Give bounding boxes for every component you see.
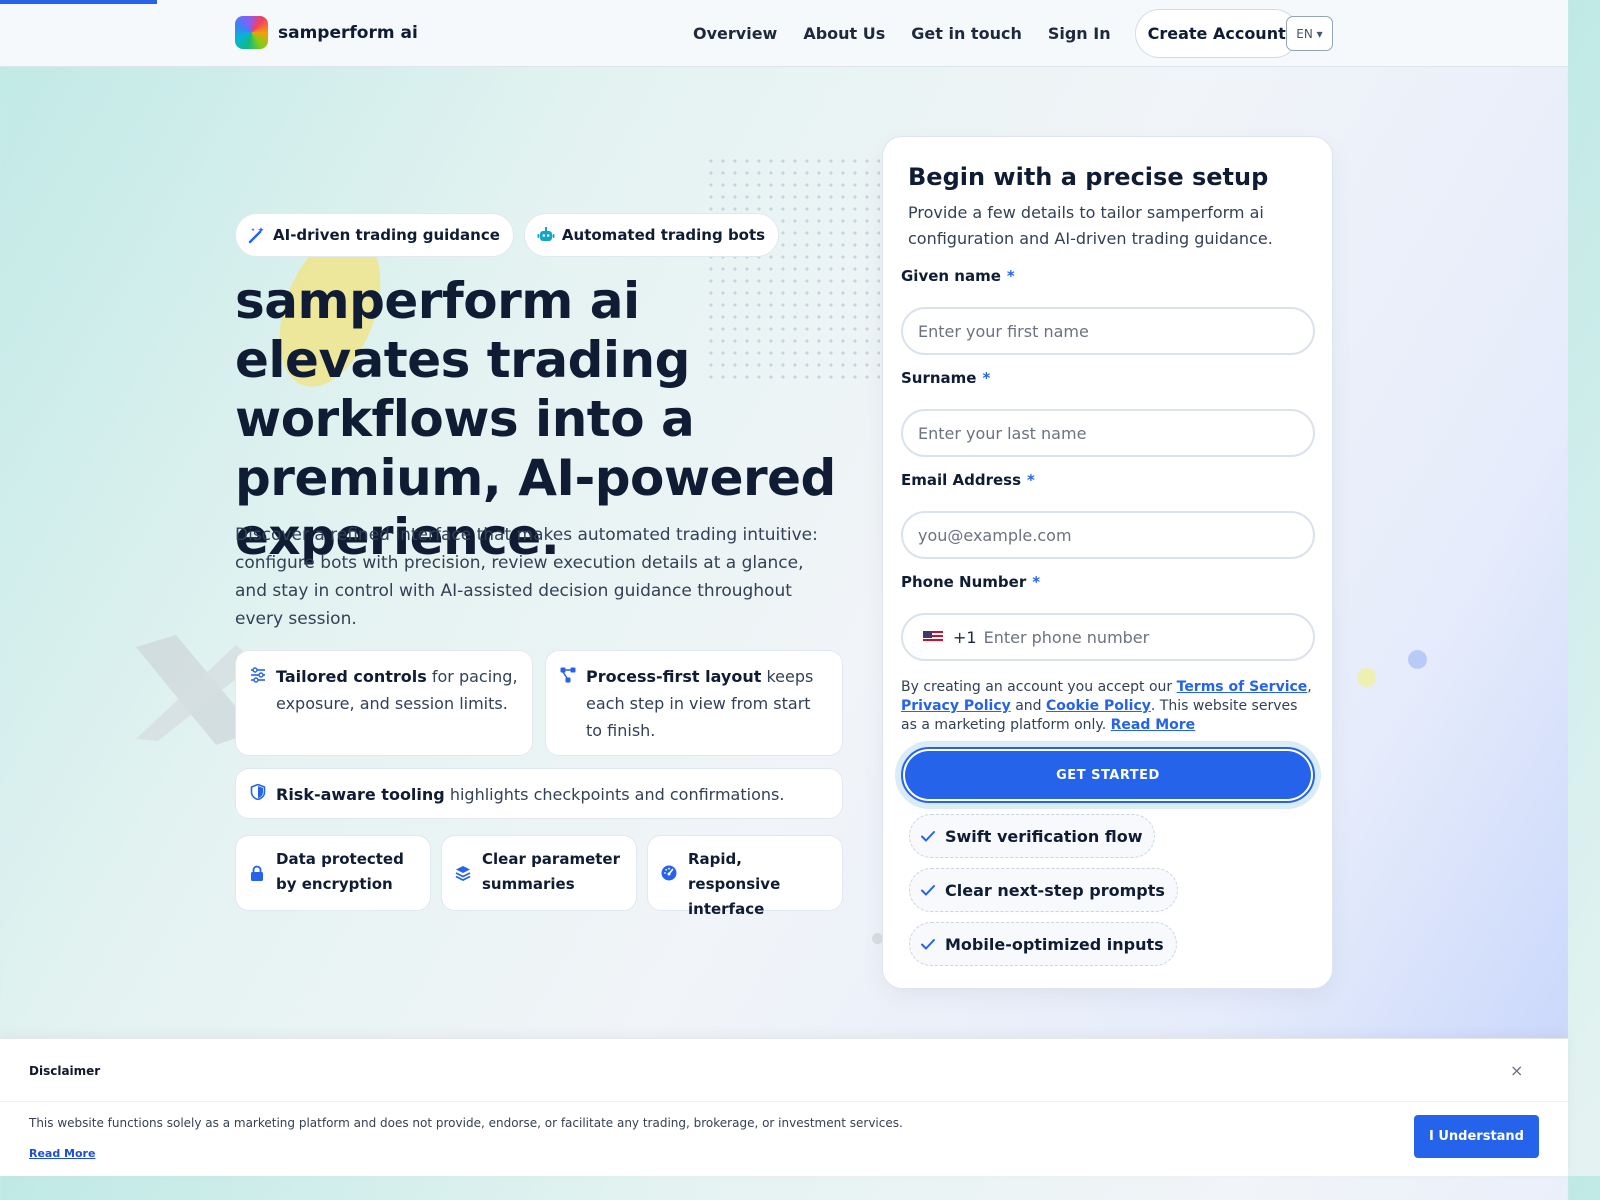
feature-bold: Tailored controls [276,667,427,686]
signup-title: Begin with a precise setup [908,163,1269,191]
feature-bold: Risk-aware tooling [276,785,445,804]
get-started-button[interactable]: GET STARTED [905,751,1311,799]
check-icon [921,885,935,896]
sliders-icon [251,667,265,683]
feature-card-risk: Risk-aware tooling highlights checkpoint… [235,768,843,819]
input-placeholder: Enter your last name [918,423,1087,443]
signup-card: Begin with a precise setup Provide a few… [882,136,1333,989]
i-understand-button[interactable]: I Understand [1414,1115,1539,1158]
read-more-link[interactable]: Read More [1111,717,1196,733]
tag-trading-bots: Automated trading bots [523,213,780,257]
nav-about-us[interactable]: About Us [803,24,885,43]
check-item: Clear next-step prompts [909,868,1178,912]
close-icon[interactable]: × [1510,1061,1523,1080]
magic-wand-icon [248,227,264,244]
cookie-policy-link[interactable]: Cookie Policy [1046,698,1151,714]
layers-icon [455,866,471,881]
surname-input[interactable]: Enter your last name [901,409,1315,457]
mini-card-label: Data protected by encryption [276,850,404,893]
mini-card-label: Rapid, responsive interface [688,850,781,918]
hero-lead: Discover a refined interface that makes … [235,525,818,629]
nav-overview[interactable]: Overview [693,24,777,43]
check-label: Clear next-step prompts [945,880,1165,900]
required-mark: * [982,369,991,387]
given-name-label: Given name * [901,267,1015,285]
check-item: Mobile-optimized inputs [909,922,1177,966]
nav-get-in-touch[interactable]: Get in touch [911,24,1022,43]
email-input[interactable]: you@example.com [901,511,1315,559]
feature-card-controls: Tailored controls for pacing, exposure, … [235,650,533,756]
flow-icon [560,667,576,683]
check-label: Swift verification flow [945,826,1143,846]
terms-comma: , [1307,679,1312,695]
disclaimer-title: Disclaimer [29,1064,101,1078]
create-account-button[interactable]: Create Account [1134,9,1299,58]
country-code[interactable]: +1 [953,628,977,647]
gauge-icon [661,865,677,881]
privacy-policy-link[interactable]: Privacy Policy [901,698,1011,714]
decor-dot-yellow [1357,668,1376,687]
lock-icon [251,865,263,881]
phone-label: Phone Number * [901,573,1040,591]
hero-tags: AI-driven trading guidance Automated tra… [235,213,780,257]
phone-input[interactable]: +1 Enter phone number [901,613,1315,661]
email-label: Email Address * [901,471,1035,489]
mini-card-summaries: Clear parameter summaries [441,835,637,911]
check-label: Mobile-optimized inputs [945,934,1164,954]
field-label-text: Given name [901,267,1001,285]
feature-text: highlights checkpoints and confirmations… [444,785,785,804]
logo-icon [235,16,268,49]
page-progress-bar [0,0,157,4]
signup-subtitle: Provide a few details to tailor samperfo… [908,203,1273,248]
check-icon [921,831,935,842]
divider [0,1101,1568,1102]
top-navbar: samperform ai Overview About Us Get in t… [0,0,1568,67]
required-mark: * [1027,471,1035,489]
mini-card-responsive: Rapid, responsive interface [647,835,843,918]
disclaimer-banner: Disclaimer × This website functions sole… [0,1038,1568,1176]
field-label-text: Surname [901,369,977,387]
tag-ai-guidance: AI-driven trading guidance [235,213,514,257]
shield-icon [250,784,266,800]
input-placeholder: you@example.com [918,525,1072,545]
feature-bold: Process-first layout [586,667,762,686]
language-select[interactable]: EN ▾ [1286,16,1333,51]
required-mark: * [1006,267,1015,285]
terms-of-service-link[interactable]: Terms of Service [1177,679,1308,695]
terms-and: and [1010,698,1046,714]
nav-sign-in[interactable]: Sign In [1048,24,1111,43]
us-flag-icon[interactable] [923,631,943,643]
feature-card-layout: Process-first layout keeps each step in … [545,650,843,756]
main-nav: Overview About Us Get in touch Sign In C… [680,9,1299,58]
terms-text: By creating an account you accept our Te… [901,678,1316,735]
input-placeholder: Enter your first name [918,321,1089,341]
given-name-input[interactable]: Enter your first name [901,307,1315,355]
disclaimer-read-more-link[interactable]: Read More [29,1147,95,1160]
brand[interactable]: samperform ai [235,16,418,49]
field-label-text: Phone Number [901,573,1027,591]
check-icon [921,939,935,950]
tag-label: AI-driven trading guidance [273,226,500,244]
surname-label: Surname * [901,369,990,387]
brand-name: samperform ai [278,22,418,43]
mini-card-encryption: Data protected by encryption [235,835,431,911]
decor-dot-blue [1408,650,1427,669]
required-mark: * [1032,573,1041,591]
field-label-text: Email Address [901,471,1022,489]
disclaimer-text: This website functions solely as a marke… [29,1116,903,1130]
terms-pre: By creating an account you accept our [901,679,1177,695]
check-item: Swift verification flow [909,814,1156,858]
get-started-button-frame: GET STARTED [901,747,1315,803]
input-placeholder: Enter phone number [983,627,1150,647]
robot-icon [537,227,555,241]
mini-card-label: Clear parameter summaries [482,850,620,893]
tag-label: Automated trading bots [561,226,766,244]
